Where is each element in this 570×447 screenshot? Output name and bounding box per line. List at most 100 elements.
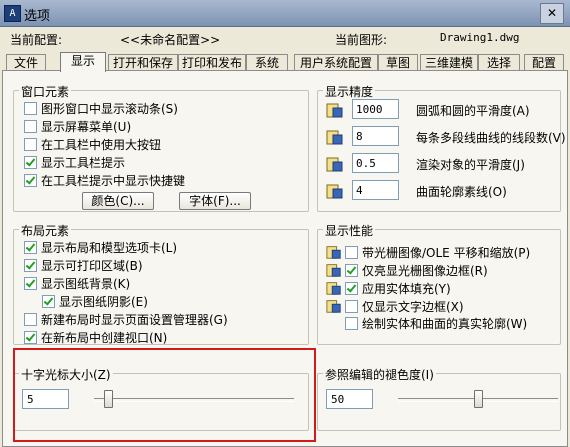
checkbox-label: 在新布局中创建视口(N) <box>41 331 168 345</box>
tab-selection[interactable]: 选择 <box>478 54 520 70</box>
checkbox-box[interactable] <box>24 138 37 151</box>
xref-fade-title: 参照编辑的褪色度(I) <box>323 366 436 383</box>
arc-smoothness-row: 1000 圆弧和圆的平滑度(A) <box>326 99 556 121</box>
render-smoothness-input[interactable]: 0.5 <box>352 153 399 173</box>
checkbox-box[interactable] <box>24 331 37 344</box>
xref-fade-group: 参照编辑的褪色度(I) 50 <box>317 366 561 431</box>
checkbox-box[interactable] <box>42 295 55 308</box>
tab-strip: 文件 显示 打开和保存 打印和发布 系统 用户系统配置 草图 三维建模 选择 配… <box>2 52 568 72</box>
checkbox-shortcut-keys[interactable]: 在工具栏提示中显示快捷键 <box>24 173 185 189</box>
tab-system[interactable]: 系统 <box>246 54 288 70</box>
checkbox-true-silhouettes[interactable]: 绘制实体和曲面的真实轮廓(W) <box>345 316 527 332</box>
layout-elements-title: 布局元素 <box>19 222 72 239</box>
checkbox-page-setup-manager[interactable]: 新建布局时显示页面设置管理器(G) <box>24 312 228 328</box>
drawing-icon <box>326 246 341 259</box>
highlight-annotation-frame <box>13 348 316 442</box>
window-elements-title: 窗口元素 <box>19 83 72 100</box>
tab-3d-modeling[interactable]: 三维建模 <box>420 54 478 70</box>
options-dialog: A 选项 ✕ 当前配置: <<未命名配置>> 当前图形: Drawing1.dw… <box>0 0 570 447</box>
colors-button[interactable]: 颜色(C)... <box>82 192 154 210</box>
polyline-segments-row: 8 每条多段线曲线的线段数(V) <box>326 126 566 148</box>
arc-smoothness-input[interactable]: 1000 <box>352 99 399 119</box>
checkbox-label: 显示可打印区域(B) <box>41 259 143 273</box>
checkbox-label: 在工具栏提示中显示快捷键 <box>41 174 186 188</box>
checkbox-label: 仅亮显光栅图像边框(R) <box>362 264 488 278</box>
contour-lines-row: 4 曲面轮廓素线(O) <box>326 180 556 202</box>
contour-lines-label: 曲面轮廓素线(O) <box>416 185 507 199</box>
checkbox-box[interactable] <box>24 313 37 326</box>
checkbox-scrollbars[interactable]: 图形窗口中显示滚动条(S) <box>24 101 178 117</box>
checkbox-box[interactable] <box>345 300 358 313</box>
checkbox-box[interactable] <box>24 102 37 115</box>
contour-lines-input[interactable]: 4 <box>352 180 399 200</box>
checkbox-create-viewport[interactable]: 在新布局中创建视口(N) <box>24 330 167 346</box>
xref-fade-slider-thumb[interactable] <box>474 390 483 408</box>
tab-open-save[interactable]: 打开和保存 <box>108 54 178 70</box>
checkbox-paper-shadow[interactable]: 显示图纸阴影(E) <box>42 294 148 310</box>
tab-profiles[interactable]: 配置 <box>524 54 564 70</box>
close-button[interactable]: ✕ <box>540 3 564 24</box>
display-performance-group: 显示性能 带光栅图像/OLE 平移和缩放(P) 仅亮显光栅图像边框(R) 应用实… <box>317 222 561 345</box>
checkbox-text-frame-only[interactable]: 仅显示文字边框(X) <box>326 298 464 314</box>
checkbox-label: 仅显示文字边框(X) <box>362 300 464 314</box>
current-config-label: 当前配置: <box>10 33 63 47</box>
fonts-button[interactable]: 字体(F)... <box>179 192 251 210</box>
window-title: 选项 <box>24 9 51 24</box>
checkbox-label: 显示工具栏提示 <box>41 156 126 170</box>
window-elements-group: 窗口元素 图形窗口中显示滚动条(S) 显示屏幕菜单(U) 在工具栏中使用大按钮 … <box>13 83 309 212</box>
drawing-icon <box>326 130 343 145</box>
drawing-icon <box>326 300 341 313</box>
tab-drafting[interactable]: 草图 <box>378 54 418 70</box>
tab-files[interactable]: 文件 <box>6 54 46 70</box>
drawing-icon <box>326 264 341 277</box>
checkbox-box[interactable] <box>345 246 358 259</box>
checkbox-printable-area[interactable]: 显示可打印区域(B) <box>24 258 143 274</box>
tab-user-preferences[interactable]: 用户系统配置 <box>294 54 378 70</box>
checkbox-label: 显示图纸阴影(E) <box>59 295 148 309</box>
title-bar: A 选项 ✕ <box>0 0 570 27</box>
checkbox-label: 在工具栏中使用大按钮 <box>41 138 162 152</box>
xref-fade-input[interactable]: 50 <box>326 389 373 409</box>
checkbox-raster-frame-only[interactable]: 仅亮显光栅图像边框(R) <box>326 262 488 278</box>
checkbox-box[interactable] <box>24 120 37 133</box>
checkbox-raster-pan-zoom[interactable]: 带光栅图像/OLE 平移和缩放(P) <box>326 244 530 260</box>
config-row: 当前配置: <<未命名配置>> 当前图形: Drawing1.dwg <box>0 27 570 73</box>
checkbox-box[interactable] <box>345 282 358 295</box>
checkbox-box[interactable] <box>24 174 37 187</box>
tab-display[interactable]: 显示 <box>60 52 106 72</box>
checkbox-box[interactable] <box>24 259 37 272</box>
display-precision-title: 显示精度 <box>323 83 376 100</box>
checkbox-box[interactable] <box>345 264 358 277</box>
current-config-value: <<未命名配置>> <box>120 33 221 47</box>
checkbox-paper-background[interactable]: 显示图纸背景(K) <box>24 276 130 292</box>
display-precision-group: 显示精度 1000 圆弧和圆的平滑度(A) 8 每条多段线曲线的线段数(V) 0… <box>317 83 566 212</box>
autocad-icon: A <box>4 5 21 22</box>
checkbox-layout-tabs[interactable]: 显示布局和模型选项卡(L) <box>24 240 177 256</box>
arc-smoothness-label: 圆弧和圆的平滑度(A) <box>416 104 530 118</box>
checkbox-screen-menu[interactable]: 显示屏幕菜单(U) <box>24 119 131 135</box>
polyline-segments-input[interactable]: 8 <box>352 126 399 146</box>
checkbox-label: 新建布局时显示页面设置管理器(G) <box>41 313 228 327</box>
checkbox-label: 显示屏幕菜单(U) <box>41 120 132 134</box>
drawing-icon <box>326 184 343 199</box>
polyline-segments-label: 每条多段线曲线的线段数(V) <box>416 131 566 145</box>
layout-elements-group: 布局元素 显示布局和模型选项卡(L) 显示可打印区域(B) 显示图纸背景(K) … <box>13 222 309 346</box>
checkbox-label: 带光栅图像/OLE 平移和缩放(P) <box>362 246 531 260</box>
checkbox-box[interactable] <box>24 156 37 169</box>
current-drawing-label: 当前图形: <box>335 33 388 47</box>
drawing-icon <box>326 103 343 118</box>
checkbox-tooltips[interactable]: 显示工具栏提示 <box>24 155 125 171</box>
render-smoothness-row: 0.5 渲染对象的平滑度(J) <box>326 153 556 175</box>
tab-plot-publish[interactable]: 打印和发布 <box>178 54 246 70</box>
checkbox-label: 应用实体填充(Y) <box>362 282 451 296</box>
checkbox-solid-fill[interactable]: 应用实体填充(Y) <box>326 280 451 296</box>
checkbox-box[interactable] <box>345 317 358 330</box>
drawing-icon <box>326 157 343 172</box>
checkbox-label: 显示布局和模型选项卡(L) <box>41 241 178 255</box>
checkbox-label: 绘制实体和曲面的真实轮廓(W) <box>362 317 528 331</box>
checkbox-large-buttons[interactable]: 在工具栏中使用大按钮 <box>24 137 161 153</box>
drawing-icon <box>326 282 341 295</box>
checkbox-label: 显示图纸背景(K) <box>41 277 131 291</box>
checkbox-box[interactable] <box>24 277 37 290</box>
checkbox-box[interactable] <box>24 241 37 254</box>
